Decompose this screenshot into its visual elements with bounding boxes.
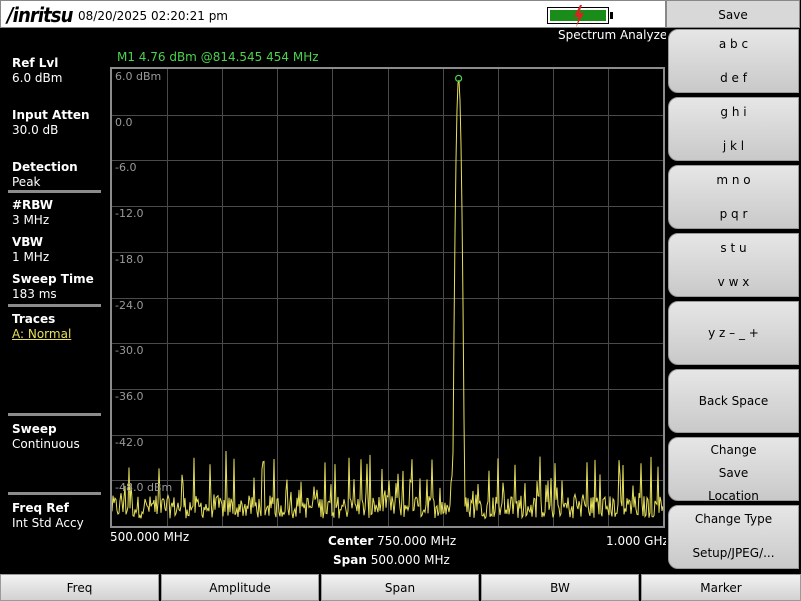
- fkey-amplitude[interactable]: Amplitude: [161, 574, 319, 601]
- battery-tip: [610, 12, 613, 19]
- softkey-stu-vwx[interactable]: s t u v w x: [668, 233, 799, 297]
- softkey-line: v w x: [717, 275, 750, 289]
- date-time: 08/20/2025 02:20:21 pm: [78, 9, 228, 23]
- battery-icon: [547, 5, 609, 27]
- separator: [8, 413, 101, 416]
- freq-ref[interactable]: Freq Ref Int Std Accy: [12, 501, 84, 531]
- graticule-grid: [112, 69, 663, 526]
- trace-a-line: [112, 79, 663, 520]
- separator: [8, 492, 101, 495]
- marker-readout: M1 4.76 dBm @814.545 454 MHz: [117, 50, 319, 64]
- span-value: 500.000 MHz: [370, 553, 450, 567]
- status-bar: /inritsu 08/20/2025 02:20:21 pm: [0, 0, 666, 28]
- vbw-value: 1 MHz: [12, 250, 50, 264]
- detection[interactable]: Detection Peak: [12, 160, 78, 190]
- sweep-value: Continuous: [12, 437, 80, 451]
- vbw-label: VBW: [12, 235, 44, 249]
- detection-label: Detection: [12, 160, 78, 174]
- y-axis-label: -42.0: [115, 436, 144, 449]
- softkey-ghi-jkl[interactable]: g h i j k l: [668, 97, 799, 161]
- y-axis-label: -48.0 dBm: [115, 481, 173, 494]
- ref-level-label: Ref Lvl: [12, 56, 59, 70]
- sweep[interactable]: Sweep Continuous: [12, 422, 80, 452]
- freq-ref-label: Freq Ref: [12, 501, 69, 515]
- vbw[interactable]: VBW 1 MHz: [12, 235, 49, 265]
- anritsu-logo: /inritsu: [7, 3, 73, 27]
- softkey-line: a b c: [718, 37, 749, 51]
- sweep-label: Sweep: [12, 422, 57, 436]
- center-frequency: Center 750.000 MHz: [328, 534, 456, 548]
- ref-level-value: 6.0 dBm: [12, 71, 63, 85]
- softkey-line: p q r: [719, 207, 748, 221]
- separator: [8, 304, 101, 307]
- softkey-yz-symbols[interactable]: y z – _ +: [668, 301, 799, 365]
- input-atten-label: Input Atten: [12, 108, 90, 122]
- stop-frequency: 1.000 GHz: [606, 534, 669, 548]
- softkey-line: g h i: [720, 105, 747, 119]
- spectrum-plot[interactable]: 6.0 dBm 0.0 -6.0 -12.0 -18.0 -24.0 -30.0 -36.0 -…: [110, 67, 665, 528]
- mode-title: Spectrum Analyzer: [558, 28, 673, 42]
- span-readout: Span 500.000 MHz: [333, 553, 450, 567]
- y-axis-label: -18.0: [115, 253, 144, 266]
- softkey-menu-title: Save: [666, 0, 800, 28]
- center-label: Center: [328, 534, 374, 548]
- center-value: 750.000 MHz: [377, 534, 457, 548]
- y-axis-label: 6.0 dBm: [115, 70, 162, 83]
- fkey-freq[interactable]: Freq: [0, 574, 159, 601]
- y-axis-label: -36.0: [115, 390, 144, 403]
- softkey-abc-def[interactable]: a b c d e f: [668, 29, 799, 93]
- softkey-line: Change Type: [694, 512, 773, 526]
- rbw-value: 3 MHz: [12, 213, 50, 227]
- softkey-change-save-location[interactable]: Change Save Location: [668, 437, 799, 503]
- rbw[interactable]: #RBW 3 MHz: [12, 198, 53, 228]
- freq-ref-value: Int Std Accy: [12, 516, 84, 530]
- softkey-line: y z – _ +: [708, 326, 759, 340]
- softkey-line: j k l: [722, 139, 745, 153]
- y-axis-label: -24.0: [115, 299, 144, 312]
- detection-value: Peak: [12, 175, 41, 189]
- softkey-line: Setup/JPEG/...: [692, 546, 775, 560]
- input-atten-value: 30.0 dB: [12, 123, 59, 137]
- sweep-time-label: Sweep Time: [12, 272, 94, 286]
- charging-bolt-icon: [574, 5, 584, 27]
- y-axis-label: 0.0: [115, 116, 133, 129]
- softkey-line: s t u: [720, 241, 747, 255]
- span-label: Span: [333, 553, 367, 567]
- softkey-line: m n o: [716, 173, 751, 187]
- softkey-panel: Save a b c d e f g h i j k l m n o p q r…: [666, 0, 801, 573]
- y-axis-label: -12.0: [115, 207, 144, 220]
- softkey-line: Change: [710, 443, 757, 457]
- softkey-back-space[interactable]: Back Space: [668, 369, 799, 433]
- y-axis-label: -6.0: [115, 161, 137, 174]
- spectrum-trace-svg: [112, 69, 663, 526]
- sweep-time[interactable]: Sweep Time 183 ms: [12, 272, 94, 302]
- y-axis-label: -30.0: [115, 344, 144, 357]
- input-atten[interactable]: Input Atten 30.0 dB: [12, 108, 90, 138]
- softkey-line: d e f: [720, 71, 747, 85]
- trace-a-value[interactable]: A: Normal: [12, 327, 71, 342]
- rbw-label: #RBW: [12, 198, 54, 212]
- sweep-time-value: 183 ms: [12, 287, 57, 301]
- softkey-mno-pqr[interactable]: m n o p q r: [668, 165, 799, 229]
- traces[interactable]: Traces A: Normal: [12, 312, 71, 342]
- fkey-span[interactable]: Span: [321, 574, 479, 601]
- separator: [8, 190, 101, 193]
- fkey-bw[interactable]: BW: [481, 574, 639, 601]
- softkey-line: Save: [718, 466, 749, 480]
- softkey-change-type[interactable]: Change Type Setup/JPEG/...: [668, 505, 799, 569]
- fkey-marker[interactable]: Marker: [641, 574, 801, 601]
- softkey-line: Back Space: [698, 394, 769, 408]
- start-frequency: 500.000 MHz: [110, 530, 190, 544]
- ref-level[interactable]: Ref Lvl 6.0 dBm: [12, 56, 62, 86]
- traces-label: Traces: [12, 312, 56, 326]
